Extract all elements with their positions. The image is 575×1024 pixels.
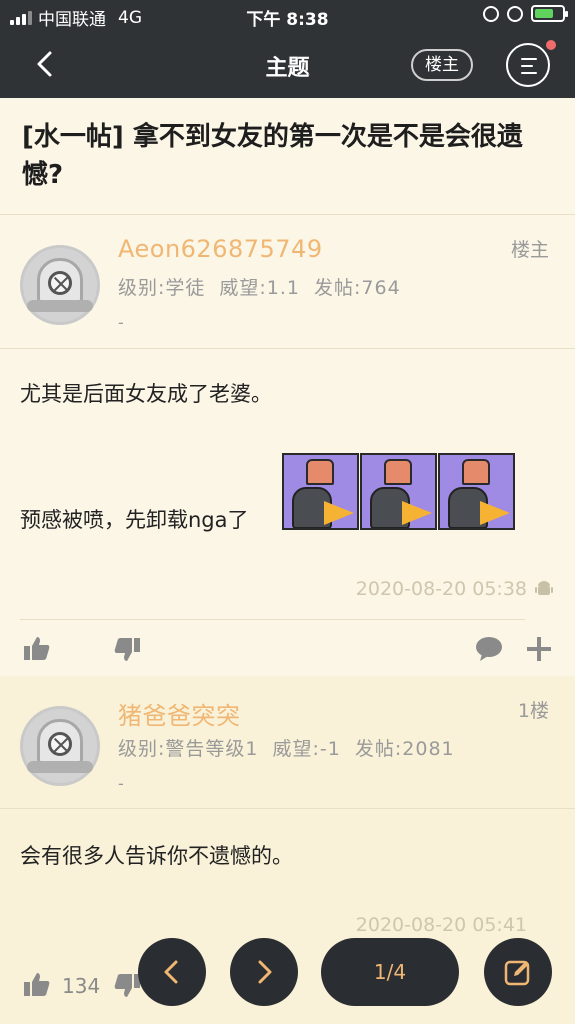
- plus-icon[interactable]: [524, 634, 554, 664]
- user-meta: 级别:警告等级1 威望:-1 发帖:2081: [118, 734, 469, 761]
- user-meta: 级别:学徒 威望:1.1 发帖:764: [118, 273, 415, 300]
- sticker-image: [360, 453, 437, 530]
- divider: [20, 619, 525, 620]
- battery-icon: [531, 5, 568, 22]
- divider: [0, 348, 575, 349]
- post-op: Aeon626875749 楼主 级别:学徒 威望:1.1 发帖:764 -: [0, 215, 575, 675]
- post-actions: [0, 622, 575, 678]
- android-icon: [535, 581, 553, 595]
- user-post-count: 发帖:764: [314, 277, 401, 299]
- post-timestamp: 2020-08-20 05:38: [355, 578, 527, 600]
- user-reputation: 威望:-1: [272, 738, 341, 760]
- thumbs-down-icon[interactable]: [112, 634, 142, 664]
- op-only-button[interactable]: 楼主: [411, 49, 473, 81]
- user-level: 级别:学徒: [118, 277, 206, 299]
- nav-bar: 主题 楼主: [0, 30, 575, 98]
- reply-button[interactable]: [484, 938, 552, 1006]
- floor-label: 楼主: [510, 239, 549, 261]
- post-content: 预感被喷，先卸载nga了: [20, 508, 249, 532]
- post-content: 尤其是后面女友成了老婆。: [20, 382, 272, 406]
- divider: [0, 808, 575, 809]
- prev-page-button[interactable]: [138, 938, 206, 1006]
- notification-dot: [546, 40, 556, 50]
- back-button[interactable]: [30, 48, 62, 80]
- page-indicator[interactable]: 1/4: [321, 938, 459, 1006]
- avatar[interactable]: [20, 706, 100, 786]
- menu-button[interactable]: [506, 43, 550, 87]
- thumbs-up-icon[interactable]: [22, 634, 52, 664]
- thumbs-up-icon[interactable]: [22, 970, 52, 1000]
- next-page-button[interactable]: [230, 938, 298, 1006]
- sticker-image: [282, 453, 359, 530]
- chevron-left-icon: [37, 51, 52, 77]
- username[interactable]: 猪爸爸突突: [118, 696, 241, 731]
- like-count: 134: [62, 974, 101, 998]
- user-reputation: 威望:1.1: [219, 277, 301, 299]
- rotation-lock-icon: [483, 5, 499, 22]
- post-timestamp: 2020-08-20 05:41: [355, 914, 527, 936]
- edit-icon: [504, 960, 530, 986]
- alarm-icon: [507, 5, 523, 22]
- user-post-count: 发帖:2081: [354, 738, 455, 760]
- chevron-right-icon: [258, 960, 272, 984]
- status-bar: 中国联通 4G 下午 8:38: [0, 0, 575, 30]
- floor-label: 1楼: [517, 700, 549, 722]
- chevron-left-icon: [164, 960, 178, 984]
- post-content: 会有很多人告诉你不遗憾的。: [20, 844, 293, 868]
- username[interactable]: Aeon626875749: [118, 235, 323, 263]
- comment-icon[interactable]: [474, 634, 504, 664]
- page-title: 主题: [265, 56, 310, 81]
- signature: -: [118, 774, 124, 793]
- user-level: 级别:警告等级1: [118, 738, 259, 760]
- sticker-group[interactable]: [282, 453, 515, 530]
- avatar[interactable]: [20, 245, 100, 325]
- signature: -: [118, 313, 124, 332]
- topic-title: [水一帖] 拿不到女友的第一次是不是会很遗憾?: [22, 122, 523, 190]
- sticker-image: [438, 453, 515, 530]
